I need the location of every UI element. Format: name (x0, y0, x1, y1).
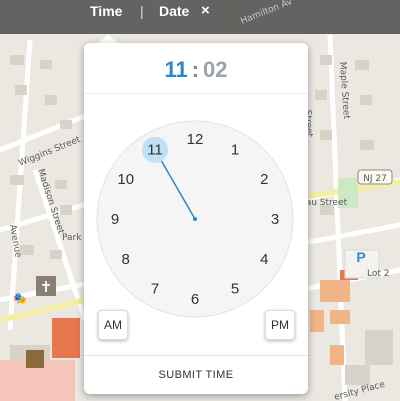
dial-number-6[interactable]: 6 (191, 291, 199, 308)
dial-number-1[interactable]: 1 (231, 142, 239, 159)
library-icon (26, 350, 44, 368)
time-display: 11:02 (84, 43, 308, 94)
map-label-park: Park (62, 233, 82, 243)
dial-number-12[interactable]: 12 (187, 131, 204, 148)
map-label-nj27: NJ 27 (363, 174, 387, 184)
theater-icon: 🎭 (13, 293, 27, 305)
clock-dial[interactable]: 121234567891011 (96, 120, 294, 318)
hour-display[interactable]: 11 (164, 57, 187, 82)
dial-number-8[interactable]: 8 (122, 251, 130, 268)
dial-number-4[interactable]: 4 (260, 251, 268, 268)
dial-number-3[interactable]: 3 (271, 211, 279, 228)
map-label-lot: Lot 2 (367, 269, 389, 279)
popover-arrow (99, 34, 117, 43)
dial-number-11[interactable]: 11 (147, 142, 163, 159)
dial-number-2[interactable]: 2 (260, 171, 268, 188)
parking-icon: P (356, 249, 365, 265)
pm-button[interactable]: PM (265, 310, 295, 340)
am-button[interactable]: AM (98, 310, 128, 340)
church-cross-glyph: ✝ (40, 279, 53, 296)
dial-number-7[interactable]: 7 (151, 280, 159, 297)
topbar-map-labels: Hamilton Av (239, 0, 294, 27)
time-picker-popover: 11:02 12 1 2 3 4 5 6 7 8 9 10 11 AM PM SUBMIT TIME (84, 43, 308, 394)
time-separator: : (191, 57, 200, 82)
dial-number-5[interactable]: 5 (231, 280, 239, 297)
minute-display[interactable]: 02 (203, 57, 227, 82)
submit-time-button[interactable]: SUBMIT TIME (84, 355, 308, 394)
dial-number-9[interactable]: 9 (111, 211, 119, 228)
dial-number-10[interactable]: 10 (117, 171, 134, 188)
map-label-hamilton: Hamilton Av (239, 0, 294, 27)
dial-center (193, 217, 197, 221)
